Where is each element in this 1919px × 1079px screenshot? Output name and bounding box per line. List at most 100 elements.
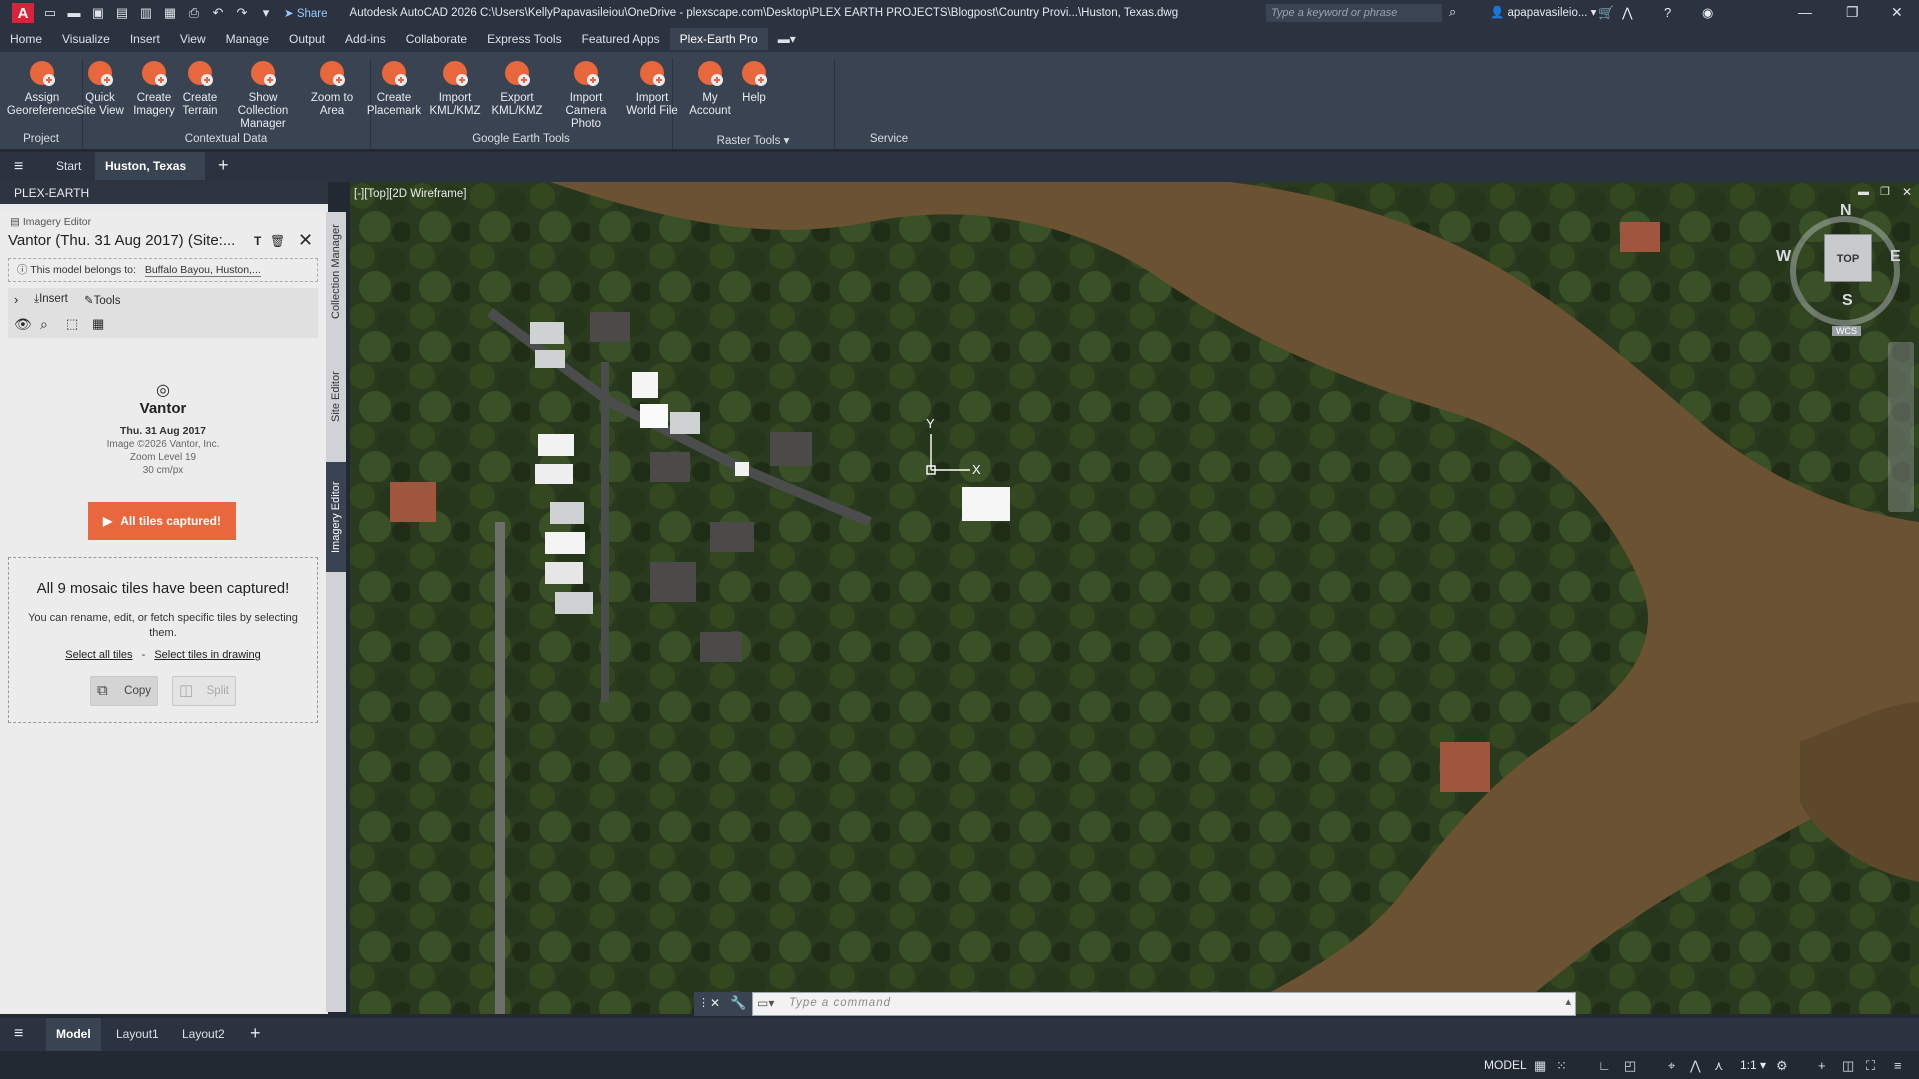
- cmdline-history-icon[interactable]: ▴: [1565, 995, 1571, 1008]
- ribbon-tab-output[interactable]: Output: [279, 28, 335, 50]
- ribbon-button-assign-georeference[interactable]: Assign Georeference: [4, 58, 80, 118]
- customize-qa-icon[interactable]: ▾: [258, 5, 274, 21]
- customization-menu-icon[interactable]: ≡: [1894, 1058, 1902, 1073]
- search-icon[interactable]: ⌕: [1449, 4, 1456, 20]
- ribbon-button-zoom-to-area[interactable]: Zoom to Area: [304, 58, 360, 118]
- autoscale-icon[interactable]: ⋏: [1714, 1058, 1724, 1074]
- ribbon-button-show-collection-manager[interactable]: Show Collection Manager: [222, 58, 304, 131]
- command-input[interactable]: Type a command: [789, 997, 891, 1009]
- eye-icon[interactable]: 👁: [14, 316, 32, 333]
- layout-menu-icon[interactable]: ≡: [14, 1025, 23, 1043]
- compass-n[interactable]: N: [1840, 202, 1852, 220]
- ribbon-button-import-camera-photo[interactable]: Import Camera Photo: [550, 58, 622, 131]
- viewcube[interactable]: TOP N S W E WCS: [1776, 202, 1916, 342]
- select-region-icon[interactable]: ⬚: [66, 316, 78, 332]
- ribbon-group-raster-tools[interactable]: Raster Tools ▾: [672, 133, 834, 147]
- wcs-menu[interactable]: WCS: [1832, 326, 1861, 336]
- cmdline-close-icon[interactable]: ✕: [710, 996, 720, 1010]
- units-icon[interactable]: ◫: [1842, 1058, 1854, 1074]
- cart-icon[interactable]: 🛒: [1598, 5, 1614, 21]
- model-space-toggle[interactable]: MODEL: [1484, 1058, 1527, 1072]
- tab-site-editor[interactable]: Site Editor: [326, 342, 346, 452]
- share-button[interactable]: ➤ Share: [284, 6, 328, 20]
- capture-button[interactable]: ▶ All tiles captured!: [88, 502, 236, 540]
- grid-icon[interactable]: ▦: [1534, 1058, 1546, 1074]
- text-tool-icon[interactable]: T: [254, 234, 261, 248]
- feedback-icon[interactable]: ◉: [1702, 5, 1713, 21]
- autodesk-app-icon[interactable]: ⋀: [1622, 5, 1633, 21]
- minimize-icon[interactable]: —: [1798, 4, 1812, 20]
- open-file-icon[interactable]: ▬: [66, 5, 82, 21]
- tab-huston-texas[interactable]: Huston, Texas ✕: [95, 152, 205, 201]
- ribbon-button-import-world-file[interactable]: Import World File: [622, 58, 682, 118]
- ribbon-button-create-imagery[interactable]: Create Imagery: [130, 58, 178, 118]
- navigation-bar[interactable]: [1888, 342, 1914, 512]
- web-save-icon[interactable]: ▥: [138, 5, 154, 21]
- plus-icon[interactable]: +: [1818, 1058, 1826, 1073]
- ribbon-button-quick-site-view[interactable]: Quick Site View: [74, 58, 126, 118]
- belongs-value[interactable]: Buffalo Bayou, Huston,...: [144, 264, 261, 277]
- annotation-scale[interactable]: 1:1 ▾: [1740, 1058, 1766, 1072]
- drawing-viewport[interactable]: Y X [-][Top][2D Wireframe] ▬ ❐ ✕ TOP N S…: [350, 182, 1919, 1014]
- ribbon-tab-featured-apps[interactable]: Featured Apps: [572, 28, 670, 50]
- tab-collection-manager[interactable]: Collection Manager: [326, 212, 346, 332]
- select-tiles-drawing-link[interactable]: Select tiles in drawing: [154, 649, 260, 661]
- restore-icon[interactable]: ❐: [1846, 4, 1859, 21]
- ortho-icon[interactable]: ∟: [1598, 1058, 1611, 1073]
- compass-s[interactable]: S: [1842, 292, 1853, 310]
- command-line[interactable]: ▭▾ Type a command ▴: [752, 992, 1576, 1016]
- ribbon-tab-express-tools[interactable]: Express Tools: [477, 28, 571, 50]
- ribbon-button-create-placemark[interactable]: Create Placemark: [362, 58, 426, 118]
- insert-menu[interactable]: ⤓Insert: [34, 293, 68, 306]
- grid-tiles-icon[interactable]: ▦: [92, 316, 104, 332]
- new-file-icon[interactable]: ▭: [42, 5, 58, 21]
- ribbon-minimize-icon[interactable]: ▬▾: [768, 28, 806, 50]
- ribbon-tab-manage[interactable]: Manage: [216, 28, 279, 50]
- viewport-minimize-icon[interactable]: ▬: [1858, 186, 1869, 198]
- tab-start[interactable]: Start: [46, 152, 91, 180]
- recent-commands-icon[interactable]: ▭▾: [757, 996, 774, 1010]
- cmdline-grip-icon[interactable]: ⋮: [698, 996, 709, 1009]
- ribbon-button-my-account[interactable]: My Account: [688, 58, 732, 118]
- ribbon-tab-plex-earth-pro[interactable]: Plex-Earth Pro: [669, 28, 768, 50]
- select-all-tiles-link[interactable]: Select all tiles: [65, 649, 132, 661]
- fullscreen-icon[interactable]: ⛶: [1866, 1058, 1875, 1074]
- add-layout-icon[interactable]: +: [250, 1023, 261, 1044]
- tab-layout2[interactable]: Layout2: [172, 1018, 235, 1051]
- redo-icon[interactable]: ↷: [234, 5, 250, 21]
- annotation-icon[interactable]: ⋀: [1690, 1058, 1701, 1074]
- ribbon-button-import-kml-kmz[interactable]: Import KML/KMZ: [426, 58, 484, 118]
- tab-layout1[interactable]: Layout1: [106, 1018, 169, 1051]
- expand-chevron-icon[interactable]: ›: [14, 292, 18, 307]
- ribbon-tab-visualize[interactable]: Visualize: [52, 28, 120, 50]
- ribbon-tab-collaborate[interactable]: Collaborate: [396, 28, 477, 50]
- viewport-label[interactable]: [-][Top][2D Wireframe]: [354, 188, 466, 200]
- split-button[interactable]: ◫ Split: [172, 676, 236, 706]
- new-tab-icon[interactable]: +: [218, 155, 229, 176]
- save-icon[interactable]: ▣: [90, 5, 106, 21]
- close-editor-icon[interactable]: ✕: [298, 230, 313, 251]
- ribbon-tab-insert[interactable]: Insert: [120, 28, 170, 50]
- menu-icon[interactable]: ≡: [14, 158, 23, 176]
- delete-icon[interactable]: 🗑: [270, 234, 285, 248]
- copy-button[interactable]: ⧉ Copy: [90, 676, 158, 706]
- save-as-icon[interactable]: ▤: [114, 5, 130, 21]
- osnap-icon[interactable]: ⌖: [1668, 1058, 1675, 1074]
- ribbon-button-help[interactable]: Help: [734, 58, 774, 105]
- tools-menu[interactable]: ✎Tools: [84, 293, 121, 307]
- polar-icon[interactable]: ◰: [1624, 1058, 1636, 1074]
- cmdline-customize-icon[interactable]: 🔧: [730, 995, 746, 1011]
- compass-e[interactable]: E: [1890, 248, 1901, 266]
- ribbon-button-create-terrain[interactable]: Create Terrain: [178, 58, 222, 118]
- compass-w[interactable]: W: [1776, 248, 1791, 266]
- ribbon-tab-add-ins[interactable]: Add-ins: [335, 28, 396, 50]
- workspace-gear-icon[interactable]: ⚙: [1776, 1058, 1788, 1074]
- ribbon-button-export-kml-kmz[interactable]: Export KML/KMZ: [488, 58, 546, 118]
- close-window-icon[interactable]: ✕: [1891, 4, 1903, 21]
- tab-model[interactable]: Model: [46, 1018, 101, 1051]
- ribbon-tab-view[interactable]: View: [170, 28, 216, 50]
- ribbon-tab-home[interactable]: Home: [0, 28, 52, 50]
- snap-icon[interactable]: ⁙: [1556, 1058, 1567, 1074]
- tab-imagery-editor[interactable]: Imagery Editor: [326, 462, 346, 572]
- user-account-menu[interactable]: 👤 apapavasileio... ▾: [1490, 5, 1596, 19]
